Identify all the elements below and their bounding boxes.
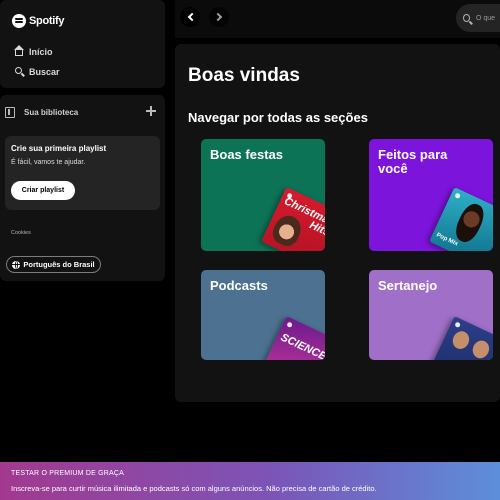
create-playlist-title: Crie sua primeira playlist: [11, 144, 107, 153]
library-title: Sua biblioteca: [24, 108, 79, 117]
category-card-feitos-para-voce[interactable]: Feitos para você Pop Mix: [369, 139, 493, 251]
category-card-art: SCIENCE: [261, 316, 325, 360]
language-button[interactable]: Português do Brasil: [6, 256, 101, 273]
artist-photo: [469, 337, 492, 360]
language-label: Português do Brasil: [23, 260, 95, 269]
search-icon: [15, 67, 22, 74]
nav-home-link[interactable]: Início: [14, 45, 53, 57]
create-playlist-card: Crie sua primeira playlist É fácil, vamo…: [5, 136, 160, 210]
create-playlist-button[interactable]: Criar playlist: [11, 181, 75, 200]
category-card-sertanejo[interactable]: Sertanejo: [369, 270, 493, 360]
category-card-title: Feitos para você: [378, 147, 448, 176]
artist-photo: [451, 200, 489, 246]
category-card-boas-festas[interactable]: Boas festas Christmas Hits: [201, 139, 325, 251]
nav-home-label: Início: [29, 47, 53, 57]
premium-banner[interactable]: TESTAR O PREMIUM DE GRAÇA Inscreva-se pa…: [0, 462, 500, 500]
artist-photo: [449, 328, 473, 352]
category-card-art: [429, 316, 493, 360]
home-icon: [14, 45, 24, 56]
search-box[interactable]: [456, 4, 500, 32]
search-icon: [463, 14, 470, 22]
category-card-art: Pop Mix: [429, 187, 493, 251]
nav-search-label: Buscar: [29, 67, 60, 77]
globe-icon: [12, 260, 21, 269]
cookies-link[interactable]: Cookies: [11, 230, 31, 236]
spotify-logo-text: Spotify: [29, 15, 65, 27]
create-playlist-subtitle: É fácil, vamos te ajudar.: [11, 159, 86, 166]
library-header[interactable]: Sua biblioteca: [5, 107, 78, 118]
category-card-art-text: SCIENCE: [278, 331, 325, 360]
library-icon: [5, 107, 15, 118]
spotify-badge-icon: [454, 192, 461, 200]
spotify-badge-icon: [286, 321, 293, 329]
spotify-badge-icon: [454, 321, 461, 329]
forward-button[interactable]: [209, 7, 229, 27]
chevron-left-icon: [187, 12, 196, 22]
premium-banner-text: Inscreva-se para curtir música ilimitada…: [11, 484, 377, 493]
spotify-logo-icon: [12, 14, 26, 28]
section-title: Navegar por todas as seções: [188, 110, 368, 125]
category-card-art: Christmas Hits: [261, 187, 325, 251]
category-card-title: Podcasts: [210, 278, 268, 293]
chevron-right-icon: [213, 12, 222, 22]
category-card-podcasts[interactable]: Podcasts SCIENCE: [201, 270, 325, 360]
category-card-title: Sertanejo: [378, 278, 438, 293]
spotify-logo[interactable]: Spotify: [12, 14, 64, 28]
back-button[interactable]: [180, 7, 200, 27]
search-input[interactable]: [476, 14, 500, 22]
category-card-title: Boas festas: [210, 147, 283, 162]
add-playlist-plus-icon[interactable]: [146, 106, 156, 116]
nav-search-link[interactable]: Buscar: [15, 67, 60, 77]
page-title: Boas vindas: [188, 65, 300, 86]
nav-panel: Spotify Início Buscar: [0, 0, 165, 88]
premium-banner-title: TESTAR O PREMIUM DE GRAÇA: [11, 470, 124, 477]
